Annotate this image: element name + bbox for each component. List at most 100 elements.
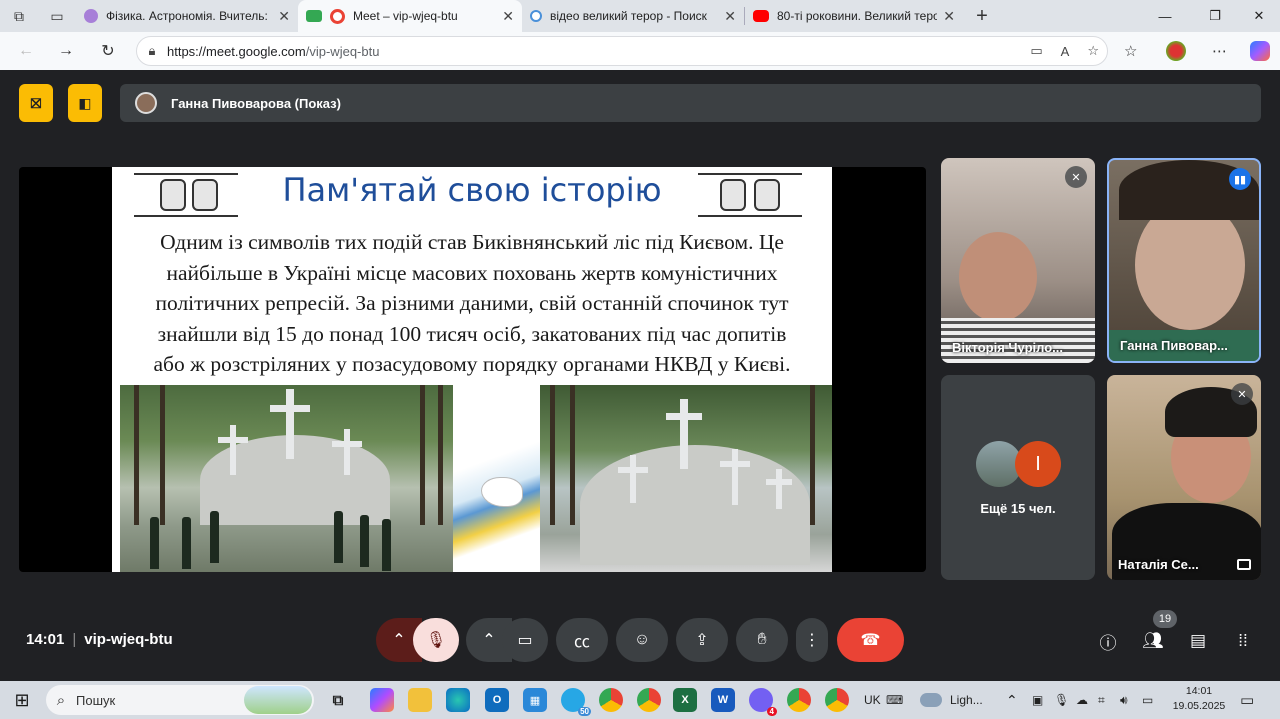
cloud-icon [920,693,942,707]
tray-chevron-icon[interactable]: ⌃ [1006,681,1018,719]
system-clock[interactable]: 14:01 19.05.2025 [1170,684,1228,714]
search-favicon-icon [530,10,542,22]
meeting-info: 14:01 | vip-wjeq-btu [26,631,173,648]
tab-title: Meet – vip-wjeq-btu [353,9,458,23]
network-icon[interactable]: ⌗ [1098,681,1105,719]
present-screen-button[interactable]: ⇪ [676,618,728,662]
more-participants-tile[interactable]: І Ещё 15 чел. [941,375,1095,580]
viber-badge: 4 [766,707,777,716]
copilot-app-icon[interactable] [370,688,394,712]
people-icon[interactable]: 👥︎ [1140,628,1166,654]
slide-line: політичних репресій. За різними даними, … [155,291,789,315]
camera-tray-icon[interactable]: ▣ [1032,681,1043,719]
dove-icon [481,477,523,507]
chrome-icon[interactable] [599,688,623,712]
task-view-icon[interactable]: ⧉ [326,688,350,712]
muted-mic-icon: ✕ [1065,166,1087,188]
battery-icon[interactable]: ▭ [1142,681,1153,719]
participant-name: Наталія Се... [1118,557,1199,572]
close-window-icon[interactable]: ✕ [1236,0,1280,32]
cloud-tray-icon[interactable]: ☁ [1076,681,1088,719]
tab-meet[interactable]: Meet – vip-wjeq-btu ✕ [298,0,522,32]
lock-icon[interactable]: 🔒︎ [137,43,167,59]
meeting-code: vip-wjeq-btu [84,631,173,648]
chat-icon[interactable]: ▤ [1185,628,1211,654]
windows-taskbar: ⊞ ⌕ Пошук ⧉ O ▦ 50 X W 4 UK ⌨ Ligh... ⌃ … [0,681,1280,719]
stop-presenting-icon[interactable]: ⛝ [19,84,53,122]
youtube-favicon-icon [753,10,769,22]
restore-icon[interactable]: ❐ [1192,0,1238,32]
new-tab-button[interactable]: + [963,0,1001,32]
profile-avatar[interactable] [1166,32,1186,70]
tab-physics[interactable]: Фізика. Астрономія. Вчитель: Бер ✕ [76,0,298,32]
presenter-banner: Ганна Пивоварова (Показ) [120,84,1261,122]
file-explorer-icon[interactable] [408,688,432,712]
chrome-alt-icon[interactable] [787,688,811,712]
microphone-muted-button[interactable]: 🎙︎ [413,618,459,662]
more-menu-icon[interactable]: ⋯ [1212,32,1227,70]
reload-icon[interactable]: ↻ [88,32,128,70]
forward-icon[interactable]: → [46,32,86,70]
chrome-profile-icon[interactable] [637,688,661,712]
slide-line: найбільше в Україні місце масових похова… [166,260,778,285]
telegram-icon[interactable]: 50 [561,688,591,716]
meet-favicon-icon [306,10,322,22]
minimize-icon[interactable]: — [1142,0,1188,32]
captions-button[interactable]: ㏄ [556,618,608,662]
divider: | [72,631,77,648]
participant-tile[interactable]: ✕ Вікторія Чуріло... [941,158,1095,363]
telegram-badge: 50 [578,707,591,716]
layout-toggle-icon[interactable]: ◧ [68,84,102,122]
word-icon[interactable]: W [711,688,735,712]
excel-icon[interactable]: X [673,688,697,712]
close-tab-icon[interactable]: ✕ [278,8,290,25]
participant-count-badge: 19 [1153,610,1177,628]
camera-in-use-icon[interactable]: ▭ [1030,43,1042,59]
taskbar-search[interactable]: ⌕ Пошук [46,685,314,715]
pip-icon[interactable] [1237,559,1251,570]
participant-tile[interactable]: ▮▮ Ганна Пивовар... [1107,158,1261,363]
emoji-reactions-button[interactable]: ☺ [616,618,668,662]
back-icon[interactable]: ← [6,32,46,70]
participant-name: Вікторія Чуріло... [952,340,1064,355]
favorites-icon[interactable]: ☆ [1124,32,1137,70]
close-tab-icon[interactable]: ✕ [724,8,736,25]
participant-tile[interactable]: ✕ Наталія Се... [1107,375,1261,580]
close-tab-icon[interactable]: ✕ [502,8,514,25]
more-options-button[interactable]: ⋮ [796,618,828,662]
meeting-details-icon[interactable]: ⓘ [1095,628,1121,654]
close-tab-icon[interactable]: ✕ [943,8,955,25]
edge-icon[interactable] [446,688,470,712]
tab-actions-icon[interactable]: ▭ [38,0,76,32]
favorite-star-icon[interactable]: ☆ [1087,43,1099,59]
store-icon[interactable]: ▦ [523,688,547,712]
meet-window: ⛝ ◧ Ганна Пивоварова (Показ) Пам'ятай св… [0,70,1280,681]
camera-button[interactable]: ▭ [502,618,548,662]
volume-icon[interactable]: 🔊︎ [1120,681,1128,719]
windows-start-icon[interactable]: ⊞ [0,681,44,719]
viber-icon[interactable]: 4 [749,688,777,716]
address-bar[interactable]: 🔒︎ https://meet.google.com/vip-wjeq-btu … [136,36,1108,66]
chrome-alt2-icon[interactable] [825,688,849,712]
tab-title: відео великий терор - Поиск [550,9,707,23]
raise-hand-button[interactable]: ✋︎ [736,618,788,662]
weather-widget[interactable]: Ligh... [920,681,983,719]
language-indicator[interactable]: UK [864,681,881,719]
outlook-icon[interactable]: O [485,688,509,712]
tab-youtube[interactable]: 80-ті роковини. Великий терор ✕ [745,0,963,32]
microphone-tray-icon[interactable]: 🎙︎ [1054,681,1069,719]
slide-title: Пам'ятай свою історію [282,171,662,209]
slide-body: Одним із символів тих подій став Биківня… [120,227,824,380]
activities-icon[interactable]: ⁞⁞ [1230,628,1256,654]
copilot-icon[interactable] [1250,32,1270,70]
notifications-icon[interactable]: ▭ [1240,681,1254,719]
keyboard-icon[interactable]: ⌨ [886,681,903,719]
workspaces-icon[interactable]: ⧉ [0,0,38,32]
tab-search[interactable]: відео великий терор - Поиск ✕ [522,0,744,32]
browser-tab-strip: ⧉ ▭ Фізика. Астрономія. Вчитель: Бер ✕ M… [0,0,1280,32]
muted-mic-icon: ✕ [1231,383,1253,405]
url-host: https://meet.google.com [167,43,306,59]
url-text: https://meet.google.com/vip-wjeq-btu [167,44,379,59]
leave-call-button[interactable]: ☎︎ [837,618,904,662]
read-aloud-icon[interactable]: A [1061,44,1070,59]
